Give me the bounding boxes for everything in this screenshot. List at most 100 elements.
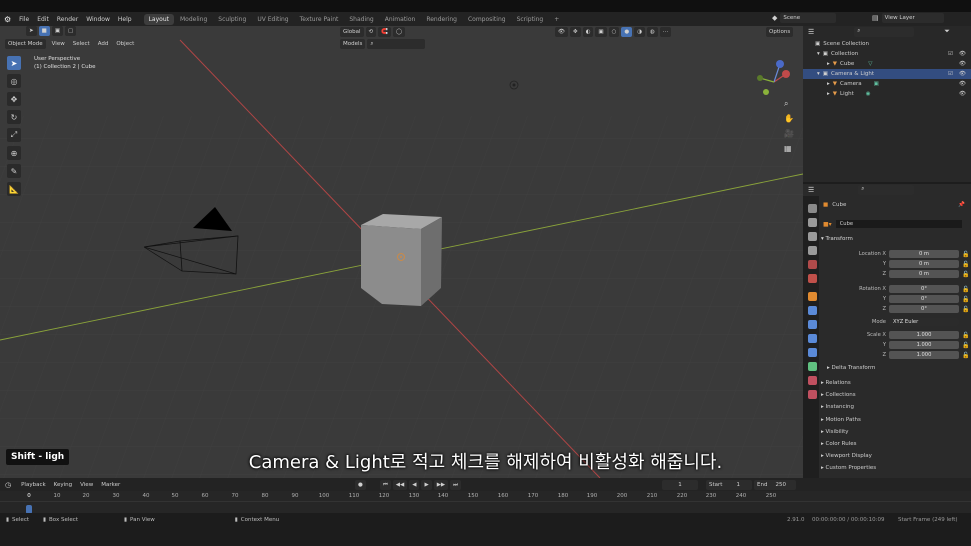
- render-tab-icon[interactable]: [808, 218, 817, 227]
- menu-timeline-view[interactable]: View: [76, 482, 97, 488]
- outliner-row-camera-light[interactable]: ▾ ▣ Camera & Light ☑ 👁: [803, 69, 971, 79]
- overlay-icon[interactable]: ◐: [582, 27, 594, 37]
- tab-animation[interactable]: Animation: [380, 14, 421, 25]
- tool-tab-icon[interactable]: [808, 204, 817, 213]
- checkbox-icon[interactable]: ☑: [948, 71, 953, 77]
- timeline-editor-icon[interactable]: ◷: [5, 481, 11, 489]
- extend-mode-icon[interactable]: ▣: [51, 26, 64, 36]
- rotation-mode-dropdown[interactable]: XYZ Euler: [889, 318, 959, 326]
- menu-add[interactable]: Add: [94, 41, 113, 47]
- datablock-icon[interactable]: ■▾: [823, 221, 832, 228]
- snap-icon[interactable]: 🧲: [378, 27, 392, 37]
- outliner-row-scene-collection[interactable]: ▣ Scene Collection: [803, 39, 971, 49]
- rotation-z-field[interactable]: 0°: [889, 305, 959, 313]
- annotate-tool-icon[interactable]: ✎: [7, 164, 21, 178]
- physics-tab-icon[interactable]: [808, 334, 817, 343]
- menu-render[interactable]: Render: [53, 16, 82, 23]
- location-y-field[interactable]: 0 m: [889, 260, 959, 268]
- subtract-mode-icon[interactable]: ▢: [65, 26, 77, 36]
- menu-select[interactable]: Select: [69, 41, 94, 47]
- start-frame-field[interactable]: Start 1: [706, 480, 752, 490]
- lock-icon[interactable]: 🔓: [962, 342, 969, 349]
- pivot-icon[interactable]: ⟲: [365, 27, 377, 37]
- play-icon[interactable]: ▶: [421, 480, 432, 490]
- solid-shading-icon[interactable]: ●: [621, 27, 633, 37]
- move-tool-icon[interactable]: ✥: [7, 92, 21, 106]
- lock-icon[interactable]: 🔓: [962, 352, 969, 359]
- 3d-viewport[interactable]: User Perspective (1) Collection 2 | Cube…: [0, 26, 803, 478]
- modifier-tab-icon[interactable]: [808, 306, 817, 315]
- delta-transform-header[interactable]: ▸ Delta Transform: [827, 365, 875, 371]
- eye-icon[interactable]: 👁: [959, 81, 966, 87]
- tab-rendering[interactable]: Rendering: [421, 14, 462, 25]
- xray-icon[interactable]: ▣: [595, 27, 607, 37]
- material-shading-icon[interactable]: ◑: [634, 27, 646, 37]
- outliner-search-input[interactable]: ⌕: [854, 26, 915, 37]
- visibility-icon[interactable]: 👁: [555, 27, 568, 37]
- grid-view-icon[interactable]: ▦: [784, 141, 794, 156]
- tab-shading[interactable]: Shading: [344, 14, 378, 25]
- checkbox-icon[interactable]: ☑: [948, 51, 953, 57]
- viewport-search-input[interactable]: ⌕: [367, 39, 426, 49]
- add-workspace-button[interactable]: +: [549, 14, 564, 25]
- menu-marker[interactable]: Marker: [97, 482, 124, 488]
- material-tab-icon[interactable]: [808, 376, 817, 385]
- lock-icon[interactable]: 🔓: [962, 261, 969, 268]
- lock-icon[interactable]: 🔓: [962, 251, 969, 258]
- texture-tab-icon[interactable]: [808, 390, 817, 399]
- rotation-y-field[interactable]: 0°: [889, 295, 959, 303]
- orientation-dropdown[interactable]: Global: [340, 27, 364, 37]
- tab-layout[interactable]: Layout: [143, 13, 174, 25]
- expand-arrow-icon[interactable]: ▸: [827, 81, 830, 87]
- rotate-tool-icon[interactable]: ↻: [7, 110, 21, 124]
- blender-logo-icon[interactable]: ⚙: [0, 15, 15, 24]
- tab-modeling[interactable]: Modeling: [175, 14, 212, 25]
- menu-window[interactable]: Window: [82, 16, 114, 23]
- gizmo-icon[interactable]: ✥: [569, 27, 581, 37]
- box-select-mode-icon[interactable]: ■: [38, 26, 50, 36]
- menu-file[interactable]: File: [15, 16, 33, 23]
- scene-tab-icon[interactable]: [808, 260, 817, 269]
- tab-compositing[interactable]: Compositing: [463, 14, 511, 25]
- output-tab-icon[interactable]: [808, 232, 817, 241]
- scene-selector[interactable]: ◆ Scene: [772, 13, 838, 23]
- panel-visibility[interactable]: ▸ Visibility: [821, 426, 876, 438]
- pan-hand-icon[interactable]: ✋: [784, 111, 794, 126]
- particles-tab-icon[interactable]: [808, 320, 817, 329]
- view-layer-selector[interactable]: ▤ View Layer: [872, 13, 946, 23]
- menu-edit[interactable]: Edit: [33, 16, 53, 23]
- proportional-icon[interactable]: ◯: [393, 27, 406, 37]
- current-frame-field[interactable]: 1: [662, 480, 698, 490]
- expand-arrow-icon[interactable]: ▾: [817, 71, 820, 77]
- eye-icon[interactable]: 👁: [959, 61, 966, 67]
- world-tab-icon[interactable]: [808, 274, 817, 283]
- outliner-row-collection[interactable]: ▾ ▣ Collection ☑ 👁: [803, 49, 971, 59]
- expand-arrow-icon[interactable]: ▸: [827, 91, 830, 97]
- record-icon[interactable]: ●: [355, 480, 366, 490]
- camera-view-icon[interactable]: 🎥: [784, 126, 794, 141]
- filter-icon[interactable]: ⏷: [944, 27, 950, 36]
- pin-icon[interactable]: 📌: [958, 202, 965, 208]
- expand-arrow-icon[interactable]: ▾: [817, 51, 820, 57]
- tweak-icon[interactable]: ➤: [26, 26, 37, 36]
- location-x-field[interactable]: 0 m: [889, 250, 959, 258]
- scene-field[interactable]: Scene: [780, 13, 837, 23]
- menu-help[interactable]: Help: [114, 16, 136, 23]
- play-reverse-icon[interactable]: ◀: [409, 480, 420, 490]
- scale-y-field[interactable]: 1.000: [889, 341, 959, 349]
- data-tab-icon[interactable]: [808, 362, 817, 371]
- eye-icon[interactable]: 👁: [959, 71, 966, 77]
- lock-icon[interactable]: 🔓: [962, 296, 969, 303]
- panel-motion-paths[interactable]: ▸ Motion Paths: [821, 414, 876, 426]
- outliner-row-cube[interactable]: ▸ ▼ Cube ▽ 👁: [803, 59, 971, 69]
- scale-x-field[interactable]: 1.000: [889, 331, 959, 339]
- zoom-icon[interactable]: ⌕: [784, 96, 794, 111]
- header-extra-icon[interactable]: ⋯: [659, 27, 672, 37]
- outliner-row-camera[interactable]: ▸ ▼ Camera ▣ 👁: [803, 79, 971, 89]
- measure-tool-icon[interactable]: 📐: [7, 182, 21, 196]
- tab-scripting[interactable]: Scripting: [512, 14, 549, 25]
- tab-texture-paint[interactable]: Texture Paint: [295, 14, 344, 25]
- panel-collections[interactable]: ▸ Collections: [821, 389, 876, 401]
- properties-editor-icon[interactable]: ☰: [808, 186, 814, 194]
- eye-icon[interactable]: 👁: [959, 51, 966, 57]
